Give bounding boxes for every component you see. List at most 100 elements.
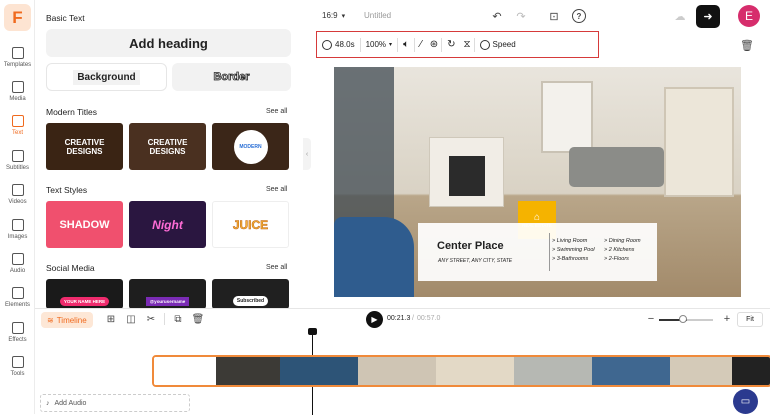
text-style-night[interactable]: Night	[129, 201, 206, 248]
trash-icon[interactable]: 🗑︎	[192, 313, 205, 325]
videos-icon	[11, 183, 24, 196]
add-heading-button[interactable]: Add heading	[46, 29, 291, 57]
left-rail: F Templates Media Text Subtitles Videos …	[0, 0, 35, 414]
rail-videos[interactable]: Videos	[0, 177, 35, 211]
magic-wand-icon[interactable]: ⁄	[415, 39, 427, 50]
social-card-instagram[interactable]: @yourusername	[129, 279, 206, 308]
media-icon	[11, 80, 24, 93]
speed-control[interactable]: Speed	[475, 39, 521, 50]
document-title[interactable]: Untitled	[364, 11, 391, 20]
screenshot-icon[interactable]: ⊡	[547, 9, 561, 23]
tools-icon	[11, 355, 24, 368]
subtitles-icon	[11, 149, 24, 162]
music-note-icon: ♪	[46, 399, 50, 407]
top-bar: 16:9 ▾ Untitled ↶ ↷ ⊡ ? ☁ ➜ E	[303, 0, 770, 34]
flip-icon[interactable]: ⧖	[461, 39, 474, 50]
filters-icon[interactable]: ⊛	[427, 39, 441, 50]
modern-titles-see-all[interactable]: See all	[266, 108, 287, 115]
rail-effects[interactable]: Effects	[0, 315, 35, 349]
scissors-icon[interactable]: ✂	[145, 313, 157, 325]
total-time: 00:57.0	[417, 315, 441, 322]
split-icon[interactable]: ◫	[125, 313, 137, 325]
text-styles-see-all[interactable]: See all	[266, 186, 287, 193]
templates-icon	[11, 46, 24, 59]
add-clip-icon[interactable]: ⊞	[105, 313, 117, 325]
elements-icon	[11, 286, 24, 299]
timeline-panel: ≋ Timeline ⊞ ◫ ✂ ⧉ 🗑︎ ▶ 00:21.3 / 00:57.0…	[35, 308, 770, 415]
text-styles-heading: Text Styles	[46, 185, 88, 195]
chevron-down-icon: ▾	[389, 42, 393, 48]
social-media-heading: Social Media	[46, 263, 95, 273]
zoom-slider-handle[interactable]	[679, 315, 687, 323]
clock-icon	[322, 39, 332, 50]
modern-title-card-2[interactable]: CREATIVE DESIGNS	[129, 123, 206, 170]
rail-audio[interactable]: Audio	[0, 246, 35, 280]
timeline-tab[interactable]: ≋ Timeline	[41, 312, 93, 328]
text-panel: Basic Text Add heading Background Border…	[35, 0, 303, 308]
divider	[549, 233, 550, 271]
listing-card[interactable]: Center Place ANY STREET, ANY CITY, STATE…	[418, 223, 657, 281]
zoom-in-icon[interactable]: +	[722, 313, 732, 325]
play-icon: ▶	[371, 315, 378, 324]
zoom-select[interactable]: 100% ▾	[361, 40, 397, 49]
aspect-ratio-select[interactable]: 16:9 ▾	[322, 11, 345, 20]
speed-icon	[479, 39, 490, 50]
video-preview[interactable]: ⌂REAL ESTATE Center Place ANY STREET, AN…	[334, 67, 741, 297]
play-button[interactable]: ▶	[366, 311, 383, 328]
divider	[164, 313, 165, 325]
timeline-icon: ≋	[47, 315, 54, 325]
clip-toolbar: 48.0s 100% ▾ 🔈︎ ⁄ ⊛ ↻ ⧖ Speed	[316, 31, 599, 58]
current-time: 00:21.3	[387, 315, 411, 322]
chat-icon: ▭	[740, 396, 751, 407]
duration-control[interactable]: 48.0s	[317, 39, 360, 50]
chat-support-button[interactable]: ▭	[733, 389, 758, 414]
delete-icon[interactable]: 🗑︎	[740, 38, 754, 52]
collapse-panel-handle[interactable]: ‹	[303, 138, 311, 170]
rail-subtitles[interactable]: Subtitles	[0, 143, 35, 177]
text-style-shadow[interactable]: SHADOW	[46, 201, 123, 248]
background-style-button[interactable]: Background	[46, 63, 167, 91]
redo-icon[interactable]: ↷	[514, 9, 528, 23]
cloud-upload-icon[interactable]: ☁	[672, 9, 688, 23]
fit-button[interactable]: Fit	[737, 312, 763, 327]
features-left: > Living Room > Swimming Pool > 3-Bathro…	[552, 238, 595, 262]
room-door	[664, 87, 734, 197]
audio-icon	[11, 252, 24, 265]
rail-text[interactable]: Text	[0, 108, 35, 142]
add-audio-track[interactable]: ♪ Add Audio	[40, 394, 190, 412]
rail-images[interactable]: Images	[0, 212, 35, 246]
armchair	[334, 217, 414, 297]
basic-text-heading: Basic Text	[46, 13, 85, 23]
text-style-juice[interactable]: JUICE	[212, 201, 289, 248]
chevron-down-icon: ▾	[341, 12, 346, 20]
help-icon[interactable]: ?	[572, 9, 586, 23]
modern-title-card-1[interactable]: CREATIVE DESIGNS	[46, 123, 123, 170]
playhead-handle[interactable]	[308, 328, 317, 335]
undo-icon[interactable]: ↶	[490, 9, 504, 23]
text-icon	[11, 114, 24, 127]
rail-elements[interactable]: Elements	[0, 280, 35, 314]
app-logo[interactable]: F	[4, 4, 31, 31]
rail-templates[interactable]: Templates	[0, 40, 35, 74]
social-media-see-all[interactable]: See all	[266, 264, 287, 271]
rotate-icon[interactable]: ↻	[442, 39, 460, 50]
volume-icon[interactable]: 🔈︎	[398, 39, 414, 50]
duplicate-icon[interactable]: ⧉	[172, 313, 184, 325]
modern-titles-heading: Modern Titles	[46, 107, 98, 117]
effects-icon	[11, 321, 24, 334]
avatar[interactable]: E	[738, 5, 760, 27]
zoom-out-icon[interactable]: −	[646, 313, 656, 325]
social-card-tiktok[interactable]: YOUR NAME HERE	[46, 279, 123, 308]
images-icon	[11, 218, 24, 231]
border-style-button[interactable]: Border	[172, 63, 291, 91]
listing-address: ANY STREET, ANY CITY, STATE	[438, 258, 513, 264]
rail-tools[interactable]: Tools	[0, 349, 35, 383]
time-separator: /	[412, 315, 414, 322]
rail-media[interactable]: Media	[0, 74, 35, 108]
room-window	[541, 81, 593, 153]
export-button[interactable]: ➜	[696, 5, 720, 28]
fireplace	[429, 137, 504, 207]
social-card-subscribe[interactable]: Subscribed	[212, 279, 289, 308]
modern-title-card-3[interactable]: MODERN	[212, 123, 289, 170]
video-track-clip[interactable]	[152, 355, 770, 387]
